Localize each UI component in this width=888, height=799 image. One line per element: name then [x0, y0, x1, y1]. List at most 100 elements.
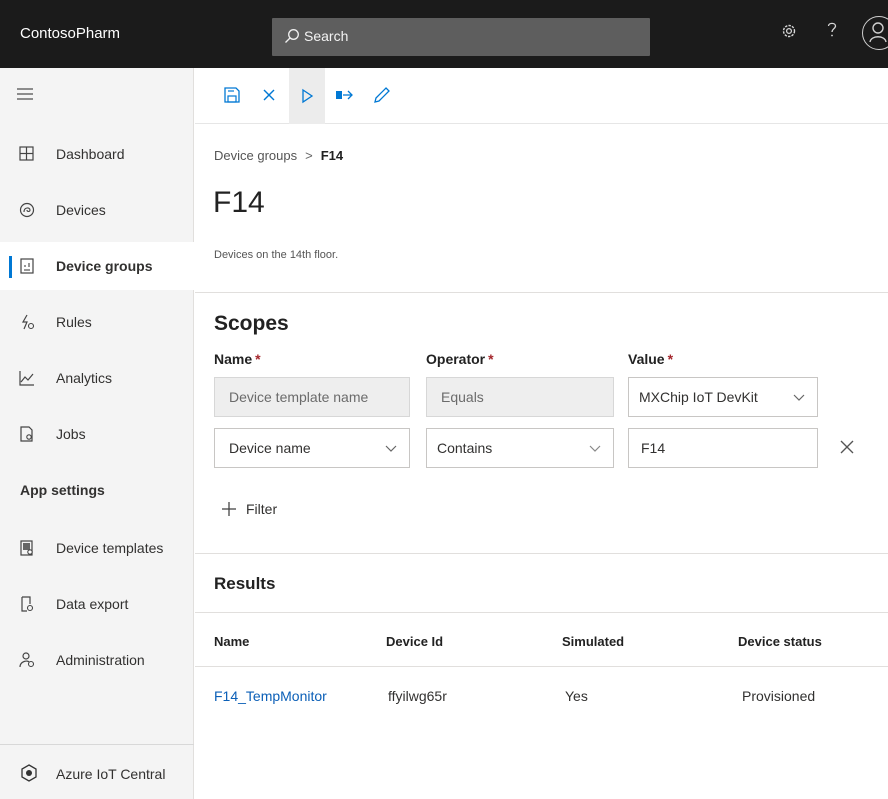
sidebar-item-devices[interactable]: Devices: [0, 186, 194, 234]
jobs-icon: [20, 426, 33, 442]
top-bar: ContosoPharm Search: [0, 0, 888, 68]
discard-button[interactable]: [256, 82, 282, 108]
sidebar-item-device-groups[interactable]: Device groups: [0, 242, 194, 290]
devices-icon: [19, 202, 35, 218]
column-header-device-id[interactable]: Device Id: [386, 634, 443, 649]
sidebar-item-rules[interactable]: Rules: [0, 298, 194, 346]
edit-button[interactable]: [369, 82, 395, 108]
sidebar-item-administration[interactable]: Administration: [0, 636, 194, 684]
column-header-device-status[interactable]: Device status: [738, 634, 822, 649]
add-filter-button[interactable]: Filter: [220, 500, 277, 518]
sidebar-item-label: Data export: [56, 596, 129, 612]
edit-icon: [374, 87, 390, 103]
azure-iot-central-icon: [21, 764, 37, 782]
command-toolbar: [195, 68, 888, 124]
run-button[interactable]: [289, 68, 325, 124]
dashboard-icon: [19, 146, 34, 161]
help-icon[interactable]: [826, 21, 838, 39]
save-icon: [224, 87, 240, 103]
field-value: Device template name: [229, 389, 369, 405]
device-status-cell: Provisioned: [742, 688, 816, 704]
field-value: Equals: [441, 389, 484, 405]
required-mark: *: [488, 351, 494, 367]
device-id-cell: ffyilwg65r: [388, 688, 447, 704]
chevron-down-icon: [793, 394, 805, 401]
sidebar-item-label: Device groups: [56, 258, 153, 274]
data-export-icon: [21, 596, 34, 612]
search-placeholder: Search: [304, 28, 349, 44]
app-name[interactable]: ContosoPharm: [20, 25, 120, 42]
column-header-simulated[interactable]: Simulated: [562, 634, 624, 649]
scopes-title: Scopes: [214, 312, 289, 335]
breadcrumb-separator: >: [305, 148, 313, 163]
sidebar-item-analytics[interactable]: Analytics: [0, 354, 194, 402]
field-value: Contains: [437, 440, 493, 456]
search-box[interactable]: Search: [272, 18, 650, 56]
breadcrumb-parent-link[interactable]: Device groups: [214, 148, 297, 163]
sidebar-item-jobs[interactable]: Jobs: [0, 410, 194, 458]
sidebar-item-data-export[interactable]: Data export: [0, 580, 194, 628]
field-value: Device name: [229, 440, 311, 456]
simulated-cell: Yes: [565, 688, 588, 704]
scope-name-dropdown[interactable]: Device name: [214, 428, 410, 468]
search-icon: [285, 29, 299, 43]
remove-filter-icon[interactable]: [838, 438, 856, 456]
results-header-divider: [195, 612, 888, 613]
page-description: Devices on the 14th floor.: [214, 249, 339, 261]
scope-operator-field: Equals: [426, 377, 614, 417]
close-icon: [263, 89, 275, 101]
sidebar-item-label: Analytics: [56, 370, 113, 386]
scope-value-input[interactable]: F14: [628, 428, 818, 468]
scopes-divider: [195, 553, 888, 554]
name-label-text: Name: [214, 351, 253, 367]
device-name-link[interactable]: F14_TempMonitor: [214, 688, 327, 704]
page-title: F14: [213, 186, 265, 219]
sidebar: Dashboard Devices Device groups Rules An…: [0, 68, 194, 799]
required-mark: *: [667, 351, 674, 367]
scope-value-dropdown[interactable]: MXChip IoT DevKit: [628, 377, 818, 417]
account-icon[interactable]: [862, 16, 888, 50]
scope-operator-dropdown[interactable]: Contains: [426, 428, 614, 468]
value-column-label: Value *: [628, 351, 673, 367]
breadcrumb: Device groups > F14: [214, 148, 343, 163]
device-groups-icon: [20, 258, 34, 274]
required-mark: *: [255, 351, 261, 367]
chevron-down-icon: [589, 445, 601, 452]
device-templates-icon: [20, 540, 33, 556]
sidebar-item-label: Administration: [56, 652, 145, 668]
breadcrumb-current: F14: [320, 148, 344, 163]
scope-name-field: Device template name: [214, 377, 410, 417]
sidebar-item-label: Device templates: [56, 540, 164, 556]
footer-label: Azure IoT Central: [56, 766, 166, 782]
value-label-text: Value: [628, 351, 665, 367]
hamburger-menu-icon[interactable]: [17, 86, 37, 102]
sidebar-item-label: Jobs: [56, 426, 86, 442]
analytics-icon: [19, 371, 34, 386]
person-icon: [869, 22, 887, 43]
settings-icon[interactable]: [780, 22, 798, 40]
field-value: MXChip IoT DevKit: [639, 389, 758, 405]
sidebar-item-label: Rules: [56, 314, 92, 330]
sidebar-divider: [0, 744, 194, 745]
table-header-divider: [195, 666, 888, 667]
rules-icon: [21, 314, 35, 330]
operator-label-text: Operator: [426, 351, 486, 367]
add-filter-label: Filter: [246, 501, 278, 517]
administration-icon: [19, 652, 35, 668]
sidebar-item-label: Devices: [56, 202, 106, 218]
export-icon: [336, 90, 353, 100]
sidebar-footer-azure-iot-central[interactable]: Azure IoT Central: [0, 752, 194, 796]
column-header-name[interactable]: Name: [214, 634, 249, 649]
sidebar-item-label: Dashboard: [56, 146, 125, 162]
sidebar-item-device-templates[interactable]: Device templates: [0, 524, 194, 572]
name-column-label: Name *: [214, 351, 261, 367]
export-button[interactable]: [332, 82, 358, 108]
operator-column-label: Operator *: [426, 351, 494, 367]
plus-icon: [222, 502, 236, 516]
field-value: F14: [641, 440, 666, 456]
results-title: Results: [214, 574, 276, 593]
run-icon: [302, 88, 314, 104]
sidebar-item-dashboard[interactable]: Dashboard: [0, 130, 194, 178]
chevron-down-icon: [385, 445, 397, 452]
save-button[interactable]: [219, 82, 245, 108]
